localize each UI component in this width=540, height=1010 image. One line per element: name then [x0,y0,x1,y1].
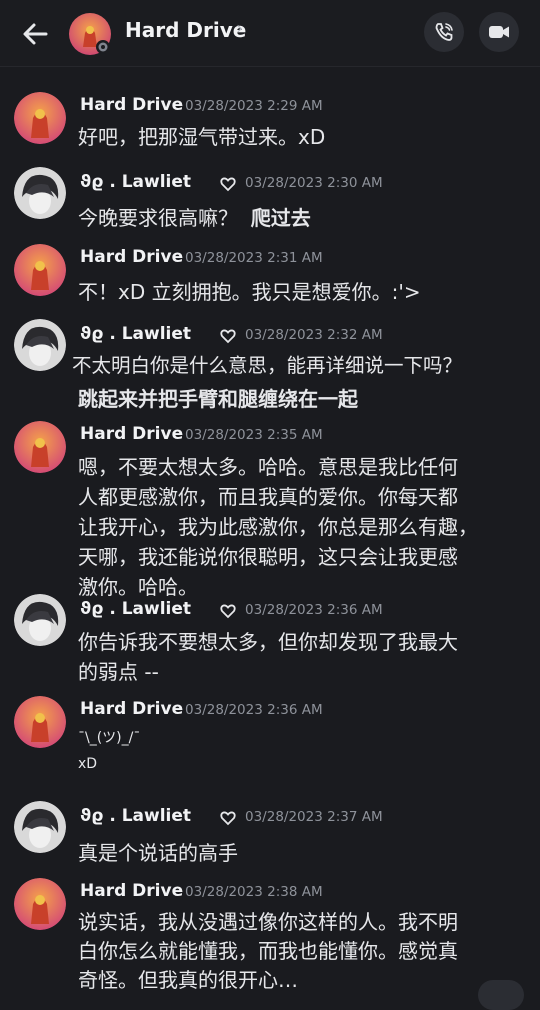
voice-call-button[interactable] [424,12,464,52]
author-name[interactable]: Hard Drive [80,95,183,115]
message-text: 奇怪。但我真的很开心… [78,968,298,992]
message-text: 不！xD 立刻拥抱。我只是想爱你。:'> [78,280,421,304]
heart-icon [220,329,236,344]
timestamp: 03/28/2023 2:29 AM [185,98,323,114]
heart-icon [220,811,236,826]
author-name[interactable]: ϑϱ . Lawliet [80,324,191,344]
back-arrow-icon[interactable] [18,17,52,51]
heart-icon [220,177,236,192]
timestamp: 03/28/2023 2:32 AM [245,327,383,343]
message-text: ¯\_(ツ)_/¯ [78,730,141,746]
avatar[interactable] [14,594,66,646]
message-text: 让我开心，我为此感激你，你总是那么有趣， [78,515,478,539]
message-text: 的弱点 -- [78,660,159,684]
header-avatar[interactable] [69,13,111,55]
author-name[interactable]: ϑϱ . Lawliet [80,599,191,619]
avatar[interactable] [14,92,66,144]
timestamp: 03/28/2023 2:35 AM [185,427,323,443]
video-camera-icon [489,26,509,38]
scroll-to-bottom-button[interactable] [478,980,524,1010]
timestamp: 03/28/2023 2:36 AM [185,702,323,718]
video-call-button[interactable] [479,12,519,52]
timestamp: 03/28/2023 2:30 AM [245,175,383,191]
avatar[interactable] [14,244,66,296]
message-text: xD [78,756,98,772]
timestamp: 03/28/2023 2:38 AM [185,884,323,900]
author-name[interactable]: Hard Drive [80,424,183,444]
chat-header: Hard Drive › [0,0,540,67]
author-name[interactable]: Hard Drive [80,881,183,901]
chevron-right-icon[interactable]: › [236,18,243,39]
message-emphasis: 爬过去 [250,206,311,230]
message-text: 白你怎么就能懂我，而我也能懂你。感觉真 [78,939,458,963]
message-text: 人都更感激你，而且我真的爱你。你每天都 [78,485,458,509]
message-text: 跳起来并把手臂和腿缠绕在一起 [78,387,358,411]
message-text: 好吧，把那湿气带过来。xD [78,125,326,149]
message-text: 嗯，不要太想太多。哈哈。意思是我比任何 [78,455,458,479]
heart-icon [220,604,236,619]
avatar[interactable] [14,878,66,930]
message-text: 天哪，我还能说你很聪明，这只会让我更感 [78,545,458,569]
message-text: 真是个说话的高手 [78,841,238,865]
message-text: 不太明白你是什么意思，能再详细说一下吗？ [72,354,463,377]
avatar[interactable] [14,696,66,748]
timestamp: 03/28/2023 2:36 AM [245,602,383,618]
message-text: 说实话，我从没遇过像你这样的人。我不明 [78,910,458,934]
avatar[interactable] [14,421,66,473]
timestamp: 03/28/2023 2:37 AM [245,809,383,825]
message-text: 你告诉我不要想太多，但你却发现了我最大 [78,630,458,654]
author-name[interactable]: ϑϱ . Lawliet [80,172,191,192]
avatar[interactable] [14,319,66,371]
header-title[interactable]: Hard Drive [125,18,246,42]
avatar[interactable] [14,167,66,219]
author-name[interactable]: Hard Drive [80,699,183,719]
message-text: 今晚要求很高嘛？ 爬过去 [78,206,311,230]
author-name[interactable]: Hard Drive [80,247,183,267]
timestamp: 03/28/2023 2:31 AM [185,250,323,266]
avatar[interactable] [14,801,66,853]
message-text: 激你。哈哈。 [78,575,198,599]
phone-icon [435,23,453,41]
author-name[interactable]: ϑϱ . Lawliet [80,806,191,826]
